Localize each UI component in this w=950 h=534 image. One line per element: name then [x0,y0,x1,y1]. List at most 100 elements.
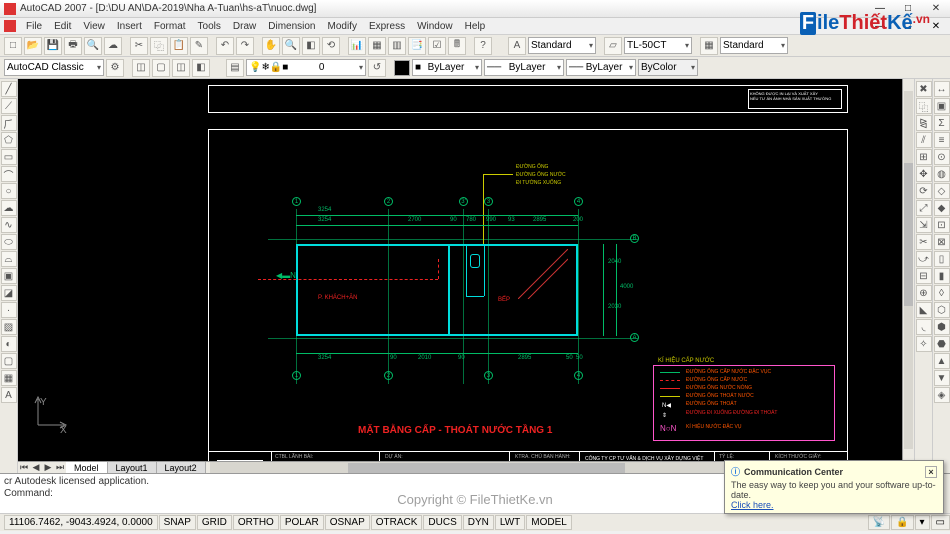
t2-b1[interactable]: ◫ [132,59,150,77]
toggle-dyn[interactable]: DYN [463,515,494,530]
toggle-ducs[interactable]: DUCS [423,515,461,530]
t-7[interactable]: ◇ [934,183,950,199]
menu-insert[interactable]: Insert [111,21,148,32]
toggle-osnap[interactable]: OSNAP [325,515,370,530]
rect-icon[interactable]: ▭ [1,149,17,165]
publish-icon[interactable]: ☁ [104,37,122,55]
tray-annot-icon[interactable]: ▾ [915,515,930,530]
menu-draw[interactable]: Draw [227,21,262,32]
area-icon[interactable]: ▣ [934,98,950,114]
layer-combo[interactable]: 💡❄🔒■ 0▾ [246,59,366,76]
list-icon[interactable]: ≡ [934,132,950,148]
tab-model[interactable]: Model [66,462,108,474]
t-13[interactable]: ◊ [934,285,950,301]
menu-express[interactable]: Express [363,21,411,32]
markup-icon[interactable]: ☑ [428,37,446,55]
plotstyle-combo[interactable]: ByColor▾ [638,59,698,76]
t-6[interactable]: ◍ [934,166,950,182]
workspace-combo[interactable]: AutoCAD Classic▾ [4,59,104,76]
t-12[interactable]: ▮ [934,268,950,284]
layerprop-icon[interactable]: ▤ [226,59,244,77]
plot-icon[interactable]: 🖶 [64,37,82,55]
properties-icon[interactable]: 📊 [348,37,366,55]
toggle-lwt[interactable]: LWT [495,515,525,530]
textstyle-combo[interactable]: Standard▾ [528,37,596,54]
tablestyle-icon[interactable]: ▦ [700,37,718,55]
tray-lock-icon[interactable]: 🔒 [891,515,913,530]
explode-icon[interactable]: ✧ [916,336,932,352]
pline-icon[interactable]: ⺁ [1,115,17,131]
ws-settings-icon[interactable]: ⚙ [106,59,124,77]
gradient-icon[interactable]: ◐ [1,336,17,352]
ellipsearc-icon[interactable]: ⌓ [1,251,17,267]
drawing-area[interactable]: KHÔNG ĐƯỢC IN LẠI VÀ XUẤT XÂYNẾU TƯ ÁN Á… [18,79,914,473]
revcloud-icon[interactable]: ☁ [1,200,17,216]
tab-first[interactable]: ⏮ [18,462,30,473]
mtext-icon[interactable]: A [1,387,17,403]
dimstyle-combo[interactable]: TL-50CT▾ [624,37,692,54]
scale-icon[interactable]: ⤢ [916,200,932,216]
save-icon[interactable]: 💾 [44,37,62,55]
commcenter-link[interactable]: Click here. [731,500,774,510]
lineweight-combo[interactable]: ── ByLayer▾ [566,59,636,76]
mirror-icon[interactable]: ⧎ [916,115,932,131]
t-18[interactable]: ▼ [934,370,950,386]
menu-modify[interactable]: Modify [322,21,363,32]
t-10[interactable]: ⊠ [934,234,950,250]
t-19[interactable]: ◈ [934,387,950,403]
menu-file[interactable]: File [20,21,48,32]
help-icon[interactable]: ? [474,37,492,55]
undo-icon[interactable]: ↶ [216,37,234,55]
paste-icon[interactable]: 📋 [170,37,188,55]
zoomprev-icon[interactable]: ⟲ [322,37,340,55]
rotate-icon[interactable]: ⟳ [916,183,932,199]
t-11[interactable]: ▯ [934,251,950,267]
zoomwin-icon[interactable]: ◧ [302,37,320,55]
line-icon[interactable]: ╱ [1,81,17,97]
toggle-polar[interactable]: POLAR [280,515,324,530]
vscroll[interactable] [902,79,914,461]
t2-b2[interactable]: ▢ [152,59,170,77]
match-icon[interactable]: ✎ [190,37,208,55]
menu-dimension[interactable]: Dimension [262,21,321,32]
tab-next[interactable]: ▶ [42,462,54,473]
cline-icon[interactable]: ⟋ [1,98,17,114]
commcenter-close[interactable]: × [925,466,937,478]
trim-icon[interactable]: ✂ [916,234,932,250]
move-icon[interactable]: ✥ [916,166,932,182]
layerprev-icon[interactable]: ↺ [368,59,386,77]
region-icon[interactable]: ▢ [1,353,17,369]
polygon-icon[interactable]: ⬠ [1,132,17,148]
t-17[interactable]: ▲ [934,353,950,369]
t2-b4[interactable]: ◧ [192,59,210,77]
menu-window[interactable]: Window [411,21,459,32]
dist-icon[interactable]: ↔ [934,81,950,97]
cut-icon[interactable]: ✂ [130,37,148,55]
extend-icon[interactable]: ⤻ [916,251,932,267]
circle-icon[interactable]: ○ [1,183,17,199]
massprop-icon[interactable]: Σ [934,115,950,131]
t-8[interactable]: ◆ [934,200,950,216]
copy2-icon[interactable]: ⿻ [916,98,932,114]
toolpal-icon[interactable]: ▥ [388,37,406,55]
copy-icon[interactable]: ⿻ [150,37,168,55]
chamfer-icon[interactable]: ◣ [916,302,932,318]
color-combo[interactable]: ■ ByLayer▾ [412,59,482,76]
pan-icon[interactable]: ✋ [262,37,280,55]
ellipse-icon[interactable]: ⬭ [1,234,17,250]
fillet-icon[interactable]: ◟ [916,319,932,335]
dcenter-icon[interactable]: ▦ [368,37,386,55]
toggle-ortho[interactable]: ORTHO [233,515,279,530]
tray-clean-icon[interactable]: ▭ [931,515,950,530]
ssm-icon[interactable]: 📑 [408,37,426,55]
tablestyle-combo[interactable]: Standard▾ [720,37,788,54]
dimstyle-icon[interactable]: ▱ [604,37,622,55]
preview-icon[interactable]: 🔍 [84,37,102,55]
hatch-icon[interactable]: ▨ [1,319,17,335]
calc-icon[interactable]: 🖩 [448,37,466,55]
menu-tools[interactable]: Tools [192,21,227,32]
toggle-otrack[interactable]: OTRACK [371,515,423,530]
erase-icon[interactable]: ✖ [916,81,932,97]
block-icon[interactable]: ◪ [1,285,17,301]
color-swatch[interactable] [394,60,410,76]
